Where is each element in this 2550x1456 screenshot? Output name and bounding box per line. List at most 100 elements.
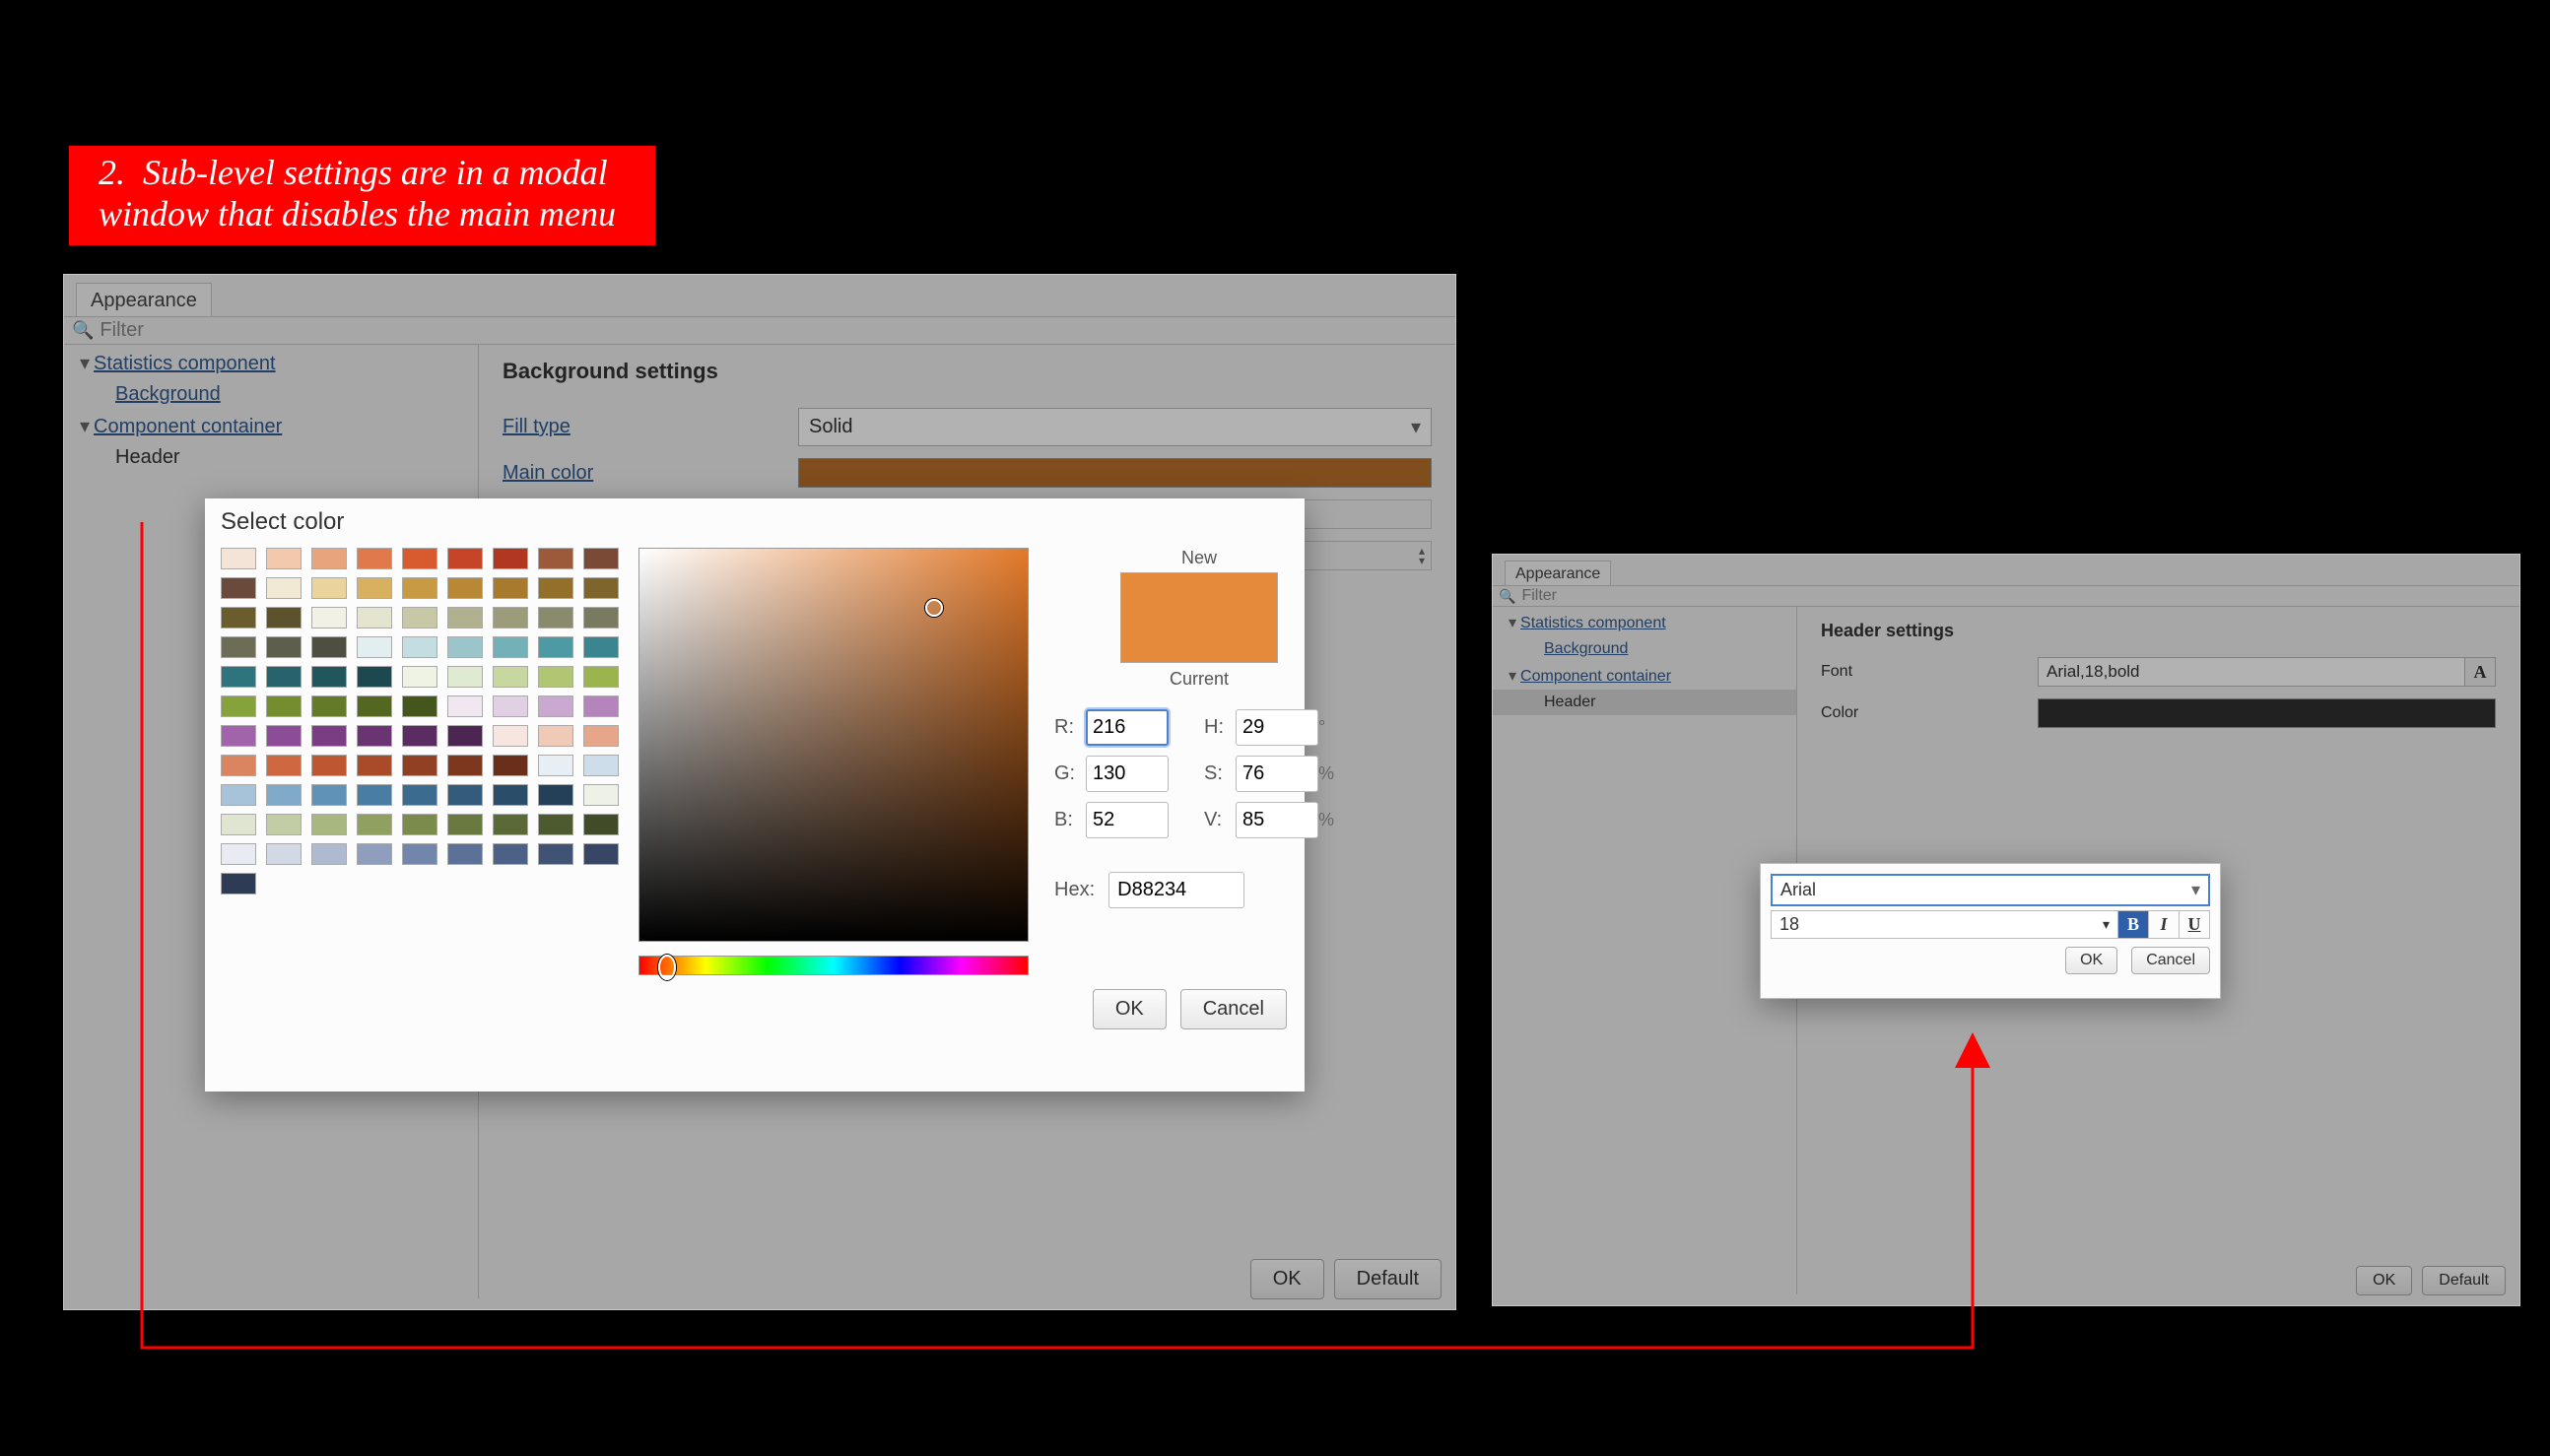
color-swatch[interactable] [357, 577, 392, 599]
color-swatch[interactable] [538, 755, 573, 776]
color-swatch[interactable] [266, 784, 302, 806]
color-swatch[interactable] [221, 784, 256, 806]
font-value[interactable]: Arial,18,bold [2038, 657, 2465, 687]
color-swatch[interactable] [583, 843, 619, 865]
input-hex[interactable] [1108, 872, 1244, 908]
color-swatch[interactable] [538, 636, 573, 658]
hue-slider[interactable] [638, 956, 1029, 975]
color-swatch[interactable] [493, 607, 528, 629]
ok-button[interactable]: OK [2356, 1266, 2412, 1295]
tab-appearance[interactable]: Appearance [1505, 561, 1611, 585]
color-swatch[interactable] [447, 843, 483, 865]
filter-row[interactable]: 🔍 Filter [64, 316, 1455, 345]
color-swatch[interactable] [357, 607, 392, 629]
color-swatch[interactable] [447, 577, 483, 599]
color-swatch[interactable] [447, 695, 483, 717]
color-swatch[interactable] [583, 666, 619, 688]
color-swatch[interactable] [583, 814, 619, 835]
saturation-value-box[interactable] [638, 548, 1029, 942]
color-swatch[interactable] [311, 607, 347, 629]
color-swatch[interactable] [357, 695, 392, 717]
color-swatch[interactable] [221, 636, 256, 658]
color-swatch[interactable] [266, 548, 302, 569]
ok-button[interactable]: OK [1250, 1259, 1324, 1299]
color-swatch[interactable] [538, 695, 573, 717]
tree-header[interactable]: Header [1493, 690, 1796, 715]
color-swatch[interactable] [583, 607, 619, 629]
color-swatch[interactable] [447, 755, 483, 776]
color-swatch[interactable] [493, 814, 528, 835]
color-swatch[interactable] [266, 755, 302, 776]
color-swatch[interactable] [493, 843, 528, 865]
color-swatch[interactable] [357, 548, 392, 569]
color-swatch[interactable] [311, 843, 347, 865]
color-swatch[interactable] [493, 666, 528, 688]
default-button[interactable]: Default [1334, 1259, 1442, 1299]
filter-row[interactable]: 🔍 Filter [1493, 585, 2519, 607]
color-swatch[interactable] [538, 607, 573, 629]
color-swatch[interactable] [493, 755, 528, 776]
color-swatch[interactable] [447, 784, 483, 806]
color-swatch[interactable] [357, 666, 392, 688]
color-swatch[interactable] [402, 755, 437, 776]
tree-statistics-component[interactable]: Statistics component [64, 347, 478, 379]
tree-background[interactable]: Background [64, 379, 478, 410]
color-swatch[interactable] [447, 548, 483, 569]
underline-toggle[interactable]: U [2180, 910, 2210, 939]
color-swatch[interactable] [538, 666, 573, 688]
color-swatch[interactable] [311, 577, 347, 599]
color-swatch[interactable] [402, 725, 437, 747]
color-swatch[interactable] [447, 725, 483, 747]
color-swatch[interactable] [538, 784, 573, 806]
color-swatch[interactable] [402, 814, 437, 835]
color-swatch[interactable] [357, 814, 392, 835]
color-preview-main[interactable] [798, 458, 1432, 488]
color-swatch[interactable] [266, 814, 302, 835]
color-swatch[interactable] [357, 843, 392, 865]
color-swatch[interactable] [311, 548, 347, 569]
color-swatch[interactable] [311, 814, 347, 835]
color-swatch[interactable] [447, 607, 483, 629]
color-swatch[interactable] [311, 695, 347, 717]
color-swatch[interactable] [221, 695, 256, 717]
color-swatch[interactable] [493, 636, 528, 658]
color-swatch[interactable] [221, 577, 256, 599]
color-swatch[interactable] [402, 784, 437, 806]
input-b[interactable] [1086, 802, 1169, 838]
color-swatch[interactable] [311, 755, 347, 776]
color-swatch[interactable] [266, 843, 302, 865]
tree-component-container[interactable]: Component container [1493, 662, 1796, 690]
sv-cursor[interactable] [925, 599, 943, 617]
color-swatch[interactable] [311, 725, 347, 747]
color-swatch[interactable] [583, 755, 619, 776]
cancel-button[interactable]: Cancel [2131, 947, 2210, 974]
color-swatch[interactable] [221, 755, 256, 776]
color-swatch[interactable] [221, 814, 256, 835]
tab-appearance[interactable]: Appearance [76, 283, 212, 316]
default-button[interactable]: Default [2422, 1266, 2506, 1295]
italic-toggle[interactable]: I [2149, 910, 2180, 939]
color-swatch[interactable] [311, 784, 347, 806]
dropdown-font-size[interactable]: 18 ▾ [1771, 910, 2118, 939]
tree-header[interactable]: Header [64, 442, 478, 473]
color-preview-header[interactable] [2038, 698, 2496, 728]
color-swatch[interactable] [493, 695, 528, 717]
color-swatch[interactable] [357, 784, 392, 806]
ok-button[interactable]: OK [1093, 989, 1167, 1029]
color-swatch[interactable] [447, 814, 483, 835]
color-swatch[interactable] [311, 636, 347, 658]
label-fill-type[interactable]: Fill type [503, 416, 798, 438]
font-edit-button[interactable]: A [2465, 657, 2496, 687]
dropdown-font-family[interactable]: Arial [1771, 874, 2210, 906]
color-swatch[interactable] [538, 843, 573, 865]
color-swatch[interactable] [538, 548, 573, 569]
color-swatch[interactable] [402, 666, 437, 688]
color-swatch[interactable] [266, 607, 302, 629]
color-swatch[interactable] [447, 636, 483, 658]
color-swatch[interactable] [538, 725, 573, 747]
input-r[interactable] [1086, 709, 1169, 746]
hue-cursor[interactable] [658, 955, 676, 980]
color-swatch[interactable] [493, 784, 528, 806]
color-swatch[interactable] [583, 784, 619, 806]
dropdown-fill-type[interactable]: Solid [798, 408, 1432, 446]
